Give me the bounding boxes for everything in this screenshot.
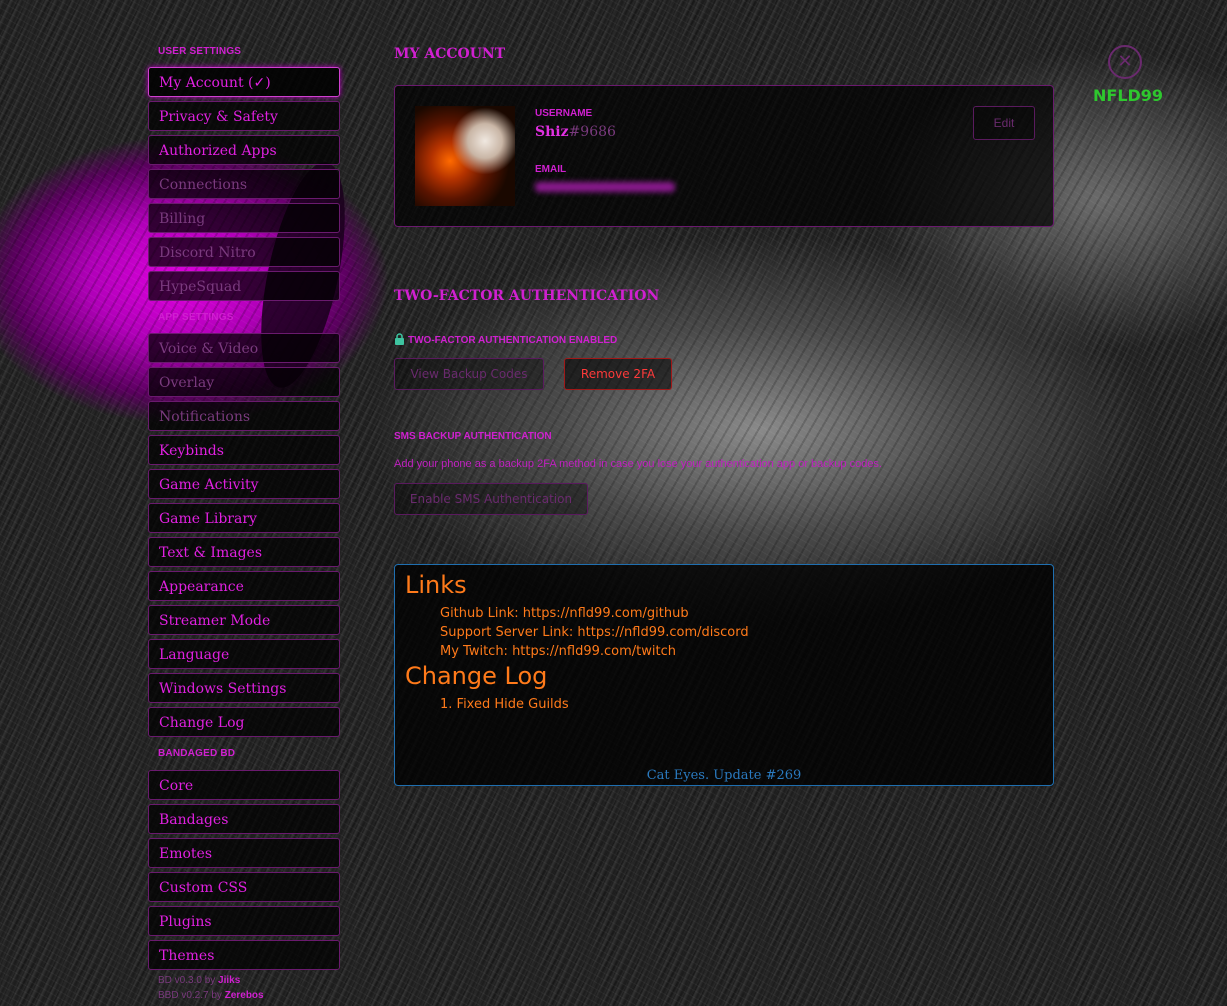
page-title: MY ACCOUNT: [394, 46, 506, 62]
remove-2fa-button[interactable]: Remove 2FA: [564, 358, 672, 390]
sidebar-item-language[interactable]: Language: [148, 639, 340, 669]
github-link[interactable]: Github Link: https://nfld99.com/github: [440, 606, 689, 621]
sidebar-item-keybinds[interactable]: Keybinds: [148, 435, 340, 465]
twofa-title: TWO-FACTOR AUTHENTICATION: [394, 288, 660, 304]
bbd-version-text: BBD v0.2.7 by: [158, 990, 225, 1001]
username-label: USERNAME: [535, 108, 593, 119]
sidebar-item-billing[interactable]: Billing: [148, 203, 340, 233]
sidebar-item-authorized-apps[interactable]: Authorized Apps: [148, 135, 340, 165]
sidebar-item-discord-nitro[interactable]: Discord Nitro: [148, 237, 340, 267]
sidebar-item-change-log[interactable]: Change Log: [148, 707, 340, 737]
bbd-author[interactable]: Zerebos: [225, 990, 264, 1001]
sidebar-item-themes[interactable]: Themes: [148, 940, 340, 970]
bbd-version: BBD v0.2.7 by Zerebos: [158, 990, 264, 1001]
sidebar-item-bandages[interactable]: Bandages: [148, 804, 340, 834]
username: Shiz#9686: [535, 124, 616, 140]
twofa-status: TWO-FACTOR AUTHENTICATION ENABLED: [408, 335, 618, 346]
sidebar-item-notifications[interactable]: Notifications: [148, 401, 340, 431]
section-bandaged-bd: BANDAGED BD: [158, 748, 236, 759]
sidebar-item-custom-css[interactable]: Custom CSS: [148, 872, 340, 902]
links-heading: Links: [405, 571, 467, 599]
lock-icon: [395, 333, 404, 345]
sidebar-item-plugins[interactable]: Plugins: [148, 906, 340, 936]
twitch-link[interactable]: My Twitch: https://nfld99.com/twitch: [440, 644, 676, 659]
bd-version-text: BD v0.3.0 by: [158, 975, 219, 986]
username-text: Shiz: [535, 124, 569, 140]
sidebar-item-emotes[interactable]: Emotes: [148, 838, 340, 868]
sidebar-item-hypesquad[interactable]: HypeSquad: [148, 271, 340, 301]
avatar[interactable]: [415, 106, 515, 206]
close-button[interactable]: ✕: [1108, 45, 1142, 79]
sidebar-item-privacy-safety[interactable]: Privacy & Safety: [148, 101, 340, 131]
sidebar-item-overlay[interactable]: Overlay: [148, 367, 340, 397]
close-label: NFLD99: [1093, 86, 1164, 105]
sidebar-item-my-account[interactable]: My Account (✓): [148, 67, 340, 97]
account-card: USERNAME Shiz#9686 EMAIL Edit: [394, 85, 1054, 227]
close-icon: ✕: [1117, 51, 1133, 72]
section-user-settings: USER SETTINGS: [158, 46, 242, 57]
edit-button[interactable]: Edit: [973, 106, 1035, 140]
sidebar-item-game-library[interactable]: Game Library: [148, 503, 340, 533]
sidebar-item-windows-settings[interactable]: Windows Settings: [148, 673, 340, 703]
view-backup-codes-button[interactable]: View Backup Codes: [394, 358, 544, 390]
sms-title: SMS BACKUP AUTHENTICATION: [394, 431, 552, 442]
email-label: EMAIL: [535, 164, 567, 175]
theme-update-footer: Cat Eyes. Update #269: [646, 768, 802, 783]
sidebar-item-core[interactable]: Core: [148, 770, 340, 800]
bd-version: BD v0.3.0 by Jiiks: [158, 975, 240, 986]
sms-description: Add your phone as a backup 2FA method in…: [394, 458, 882, 470]
section-app-settings: APP SETTINGS: [158, 312, 234, 323]
bd-author[interactable]: Jiiks: [218, 975, 240, 986]
discriminator: #9686: [568, 124, 616, 140]
sidebar-item-voice-video[interactable]: Voice & Video: [148, 333, 340, 363]
sidebar-item-streamer-mode[interactable]: Streamer Mode: [148, 605, 340, 635]
changelog-item: 1. Fixed Hide Guilds: [440, 697, 569, 712]
info-panel: Links Github Link: https://nfld99.com/gi…: [394, 564, 1054, 786]
sidebar-item-appearance[interactable]: Appearance: [148, 571, 340, 601]
enable-sms-button[interactable]: Enable SMS Authentication: [394, 483, 588, 515]
email-value-hidden: [535, 182, 675, 192]
support-server-link[interactable]: Support Server Link: https://nfld99.com/…: [440, 625, 749, 640]
sidebar-item-text-images[interactable]: Text & Images: [148, 537, 340, 567]
changelog-heading: Change Log: [405, 662, 548, 690]
sidebar-item-connections[interactable]: Connections: [148, 169, 340, 199]
sidebar-item-game-activity[interactable]: Game Activity: [148, 469, 340, 499]
